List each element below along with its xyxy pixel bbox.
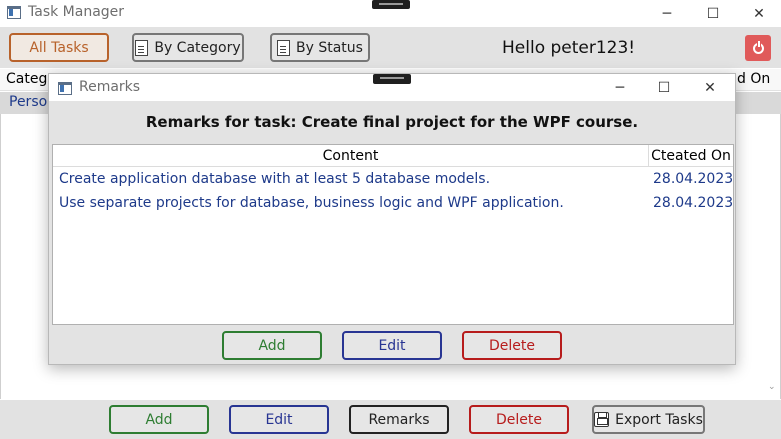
remark-created-on: 28.04.2023 — [653, 195, 734, 211]
column-header-category[interactable]: Categ — [6, 71, 47, 87]
document-icon — [277, 39, 291, 56]
main-title-bar: Task Manager ─ ☐ ✕ — [0, 0, 781, 27]
remarks-button[interactable]: Remarks — [349, 405, 449, 434]
remark-content: Use separate projects for database, busi… — [59, 195, 564, 211]
greeting-text: Hello peter123! — [502, 38, 636, 58]
drag-handle[interactable] — [372, 0, 410, 9]
delete-remark-button[interactable]: Delete — [462, 331, 562, 360]
dialog-maximize-button[interactable]: ☐ — [641, 74, 687, 101]
by-category-button[interactable]: By Category — [132, 33, 244, 62]
column-header-created-on[interactable]: Cteated On — [649, 145, 733, 167]
dialog-close-button[interactable]: ✕ — [687, 74, 733, 101]
edit-remark-button[interactable]: Edit — [342, 331, 442, 360]
column-header-created-on[interactable]: d On — [737, 71, 770, 87]
remarks-grid: Content Cteated On Create application da… — [52, 144, 734, 325]
remarks-dialog: Remarks ─ ☐ ✕ Remarks for task: Create f… — [48, 73, 736, 365]
delete-task-button[interactable]: Delete — [469, 405, 569, 434]
window-title: Task Manager — [28, 4, 125, 20]
add-remark-button[interactable]: Add — [222, 331, 322, 360]
add-task-button[interactable]: Add — [109, 405, 209, 434]
minimize-button[interactable]: ─ — [644, 0, 690, 27]
drag-handle[interactable] — [373, 74, 411, 84]
export-tasks-button[interactable]: Export Tasks — [592, 405, 705, 434]
dialog-title: Remarks — [79, 79, 141, 95]
dialog-title-bar: Remarks ─ ☐ ✕ — [49, 74, 735, 101]
dialog-heading: Remarks for task: Create final project f… — [145, 113, 639, 131]
remark-content: Create application database with at leas… — [59, 171, 491, 187]
remark-created-on: 28.04.2023 — [653, 171, 734, 187]
all-tasks-button[interactable]: All Tasks — [9, 33, 109, 62]
power-icon — [752, 40, 764, 54]
all-tasks-label: All Tasks — [29, 39, 89, 56]
by-status-label: By Status — [296, 39, 363, 56]
top-toolbar — [0, 27, 781, 68]
dialog-minimize-button[interactable]: ─ — [597, 74, 643, 101]
app-window-icon — [7, 6, 21, 19]
save-icon — [594, 412, 610, 427]
close-button[interactable]: ✕ — [736, 0, 781, 27]
table-row[interactable]: Create application database with at leas… — [53, 168, 733, 192]
maximize-button[interactable]: ☐ — [690, 0, 736, 27]
table-row[interactable]: Use separate projects for database, busi… — [53, 192, 733, 216]
scroll-down-icon[interactable]: ⌄ — [768, 382, 776, 392]
document-icon — [135, 39, 149, 56]
by-status-button[interactable]: By Status — [270, 33, 370, 62]
app-window-icon — [58, 82, 72, 95]
export-tasks-label: Export Tasks — [615, 411, 703, 428]
by-category-label: By Category — [154, 39, 241, 56]
column-header-content[interactable]: Content — [53, 145, 649, 167]
edit-task-button[interactable]: Edit — [229, 405, 329, 434]
logout-button[interactable] — [745, 35, 771, 61]
